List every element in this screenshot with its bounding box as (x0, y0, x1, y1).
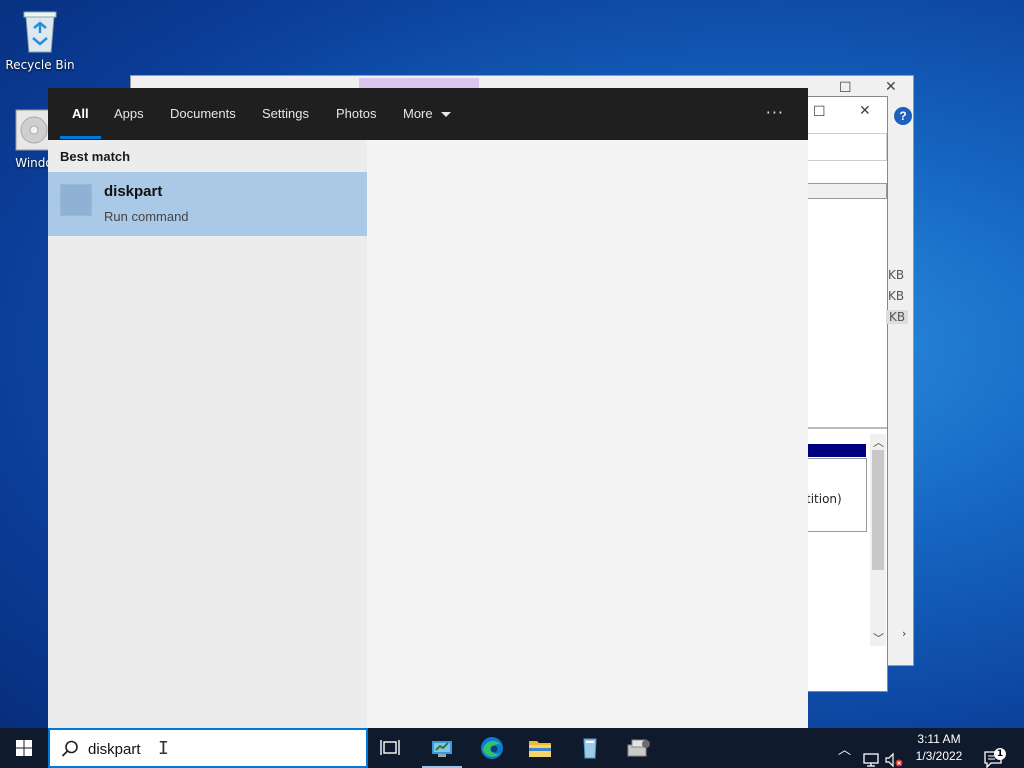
setup-icon (627, 739, 650, 757)
size-label: KB (888, 289, 905, 303)
clock-date: 1/3/2022 (915, 749, 963, 763)
maximize-icon[interactable]: ☐ (839, 80, 852, 96)
taskbar-search-box[interactable]: I (48, 728, 368, 768)
text-cursor-icon: I (158, 738, 169, 759)
result-subtitle: Run command (104, 209, 189, 224)
drive-icon (583, 738, 597, 759)
taskbar-app-edge[interactable] (468, 728, 516, 768)
clock-time: 3:11 AM (917, 732, 961, 746)
tab-documents[interactable]: Documents (170, 88, 236, 140)
recycle-bin-icon (23, 11, 57, 53)
taskbar-app-server-manager[interactable] (418, 728, 466, 768)
tab-more[interactable]: More (403, 88, 452, 140)
taskbar-app-file-explorer[interactable] (516, 728, 564, 768)
search-tabs-bar: All Apps Documents Settings Photos More … (48, 88, 808, 140)
divider (807, 427, 887, 429)
server-manager-icon (432, 741, 452, 757)
desktop-icon-recycle-bin[interactable]: Recycle Bin (2, 8, 78, 72)
address-field[interactable] (807, 133, 887, 161)
windows-logo-icon (16, 740, 32, 756)
active-tab-indicator (60, 136, 101, 139)
search-input[interactable] (88, 739, 348, 759)
file-explorer-icon (529, 741, 551, 757)
close-icon[interactable]: ✕ (885, 79, 897, 95)
desktop-icon-label: Recycle Bin (5, 58, 75, 72)
maximize-icon[interactable]: ☐ (813, 104, 826, 120)
tab-more-label: More (403, 106, 433, 121)
results-column: Best match diskpart Run command (48, 140, 367, 728)
partition-label: tition) (806, 492, 842, 506)
scroll-right-icon[interactable]: › (902, 627, 906, 640)
volume-muted-icon[interactable] (884, 740, 904, 768)
task-view-button[interactable] (368, 728, 416, 768)
taskbar: I (0, 728, 1024, 768)
selected-partition-bar[interactable] (806, 444, 866, 457)
edge-icon (481, 737, 503, 759)
best-match-result[interactable]: diskpart Run command (48, 172, 367, 236)
tab-all[interactable]: All (72, 88, 89, 140)
system-clock[interactable]: 3:11 AM 1/3/2022 (908, 731, 970, 765)
command-icon (60, 184, 92, 216)
taskbar-app-drive[interactable] (566, 728, 614, 768)
chevron-down-icon (441, 111, 452, 117)
tab-photos[interactable]: Photos (336, 88, 376, 140)
result-title: diskpart (104, 183, 163, 200)
column-header[interactable] (807, 183, 887, 199)
start-button[interactable] (0, 728, 48, 768)
close-icon[interactable]: ✕ (859, 103, 871, 119)
size-label: KB (886, 310, 909, 324)
network-icon[interactable] (862, 740, 880, 768)
help-icon[interactable]: ? (894, 107, 912, 125)
preview-pane (367, 140, 808, 728)
tab-settings[interactable]: Settings (262, 88, 309, 140)
scroll-up-icon[interactable]: ︿ (873, 434, 884, 450)
notification-count-badge: 1 (994, 748, 1006, 760)
start-search-panel: All Apps Documents Settings Photos More … (48, 88, 808, 728)
search-icon (61, 740, 78, 757)
taskbar-app-setup[interactable] (614, 728, 662, 768)
ellipsis-icon[interactable]: ··· (766, 88, 784, 140)
best-match-heading: Best match (60, 149, 131, 164)
size-label: KB (888, 268, 905, 282)
scrollbar-thumb[interactable] (872, 450, 884, 570)
chevron-up-icon[interactable]: ︿ (838, 739, 851, 768)
tab-apps[interactable]: Apps (114, 88, 144, 140)
scroll-down-icon[interactable]: ﹀ (873, 630, 884, 646)
task-view-icon (380, 740, 400, 755)
